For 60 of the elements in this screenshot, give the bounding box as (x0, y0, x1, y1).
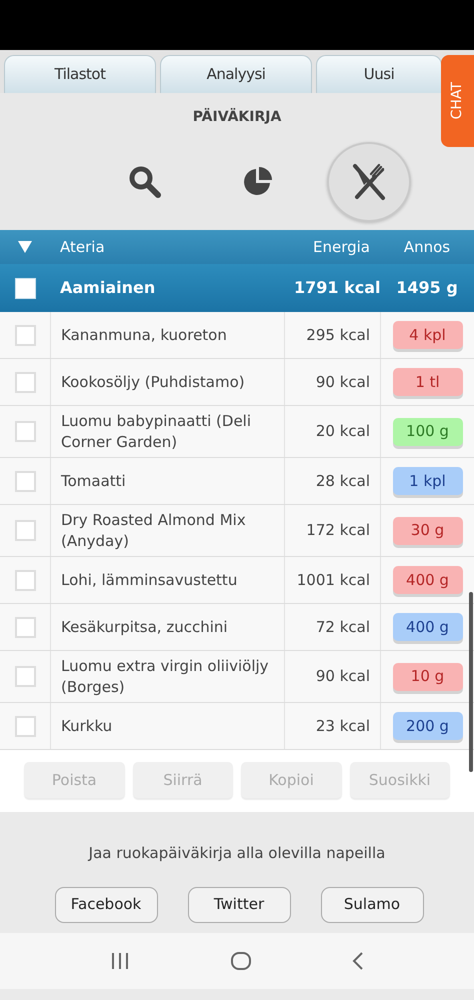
share-button[interactable]: Sulamo (320, 886, 424, 922)
food-name[interactable]: Luomu extra virgin oliiviöljy (Borges) (50, 651, 284, 702)
checkbox[interactable] (14, 278, 36, 298)
column-header[interactable]: Annos (380, 236, 474, 258)
checkbox[interactable] (14, 421, 36, 442)
column-header[interactable]: Ateria (50, 236, 284, 258)
food-name[interactable]: Tomaatti (50, 458, 284, 504)
food-name[interactable]: Kurkku (50, 703, 284, 749)
portion-button[interactable]: 400 g (392, 566, 462, 594)
tab[interactable]: Tilastot (4, 55, 156, 93)
energy-value: 23 kcal (284, 703, 380, 749)
food-name[interactable]: Lohi, lämminsavustettu (50, 557, 284, 603)
energy-value: 295 kcal (284, 312, 380, 358)
portion-button[interactable]: 1 kpl (392, 467, 462, 495)
checkbox[interactable] (14, 616, 36, 638)
energy-value: 90 kcal (284, 359, 380, 405)
food-name[interactable]: Kesäkurpitsa, zucchini (50, 604, 284, 650)
checkbox[interactable] (14, 666, 36, 687)
portion-button[interactable]: 1 tl (392, 368, 462, 396)
checkbox[interactable] (14, 324, 36, 346)
energy-value: 172 kcal (284, 505, 380, 556)
checkbox[interactable] (14, 470, 36, 492)
recent-apps-icon[interactable] (110, 952, 130, 970)
meal-energy: 1791 kcal (293, 277, 380, 299)
portion-button[interactable]: 200 g (392, 712, 462, 740)
chat-tab[interactable]: CHAT (441, 55, 474, 147)
collapse-icon[interactable] (18, 241, 32, 253)
food-name[interactable]: Kookosöljy (Puhdistamo) (50, 359, 284, 405)
energy-value: 72 kcal (284, 604, 380, 650)
pie-chart-icon (241, 166, 273, 198)
home-icon[interactable] (230, 950, 252, 970)
column-header[interactable]: Energia (284, 236, 380, 258)
share-button[interactable]: Twitter (188, 886, 290, 922)
energy-value: 20 kcal (284, 406, 380, 457)
meal-row[interactable]: Aamiainen 1791 kcal 1495 g (0, 264, 474, 312)
checkbox[interactable] (14, 716, 36, 736)
fork-knife-button[interactable] (327, 142, 411, 222)
search-icon (127, 164, 163, 200)
scrollbar[interactable] (469, 592, 473, 772)
food-name[interactable]: Dry Roasted Almond Mix (Anyday) (50, 505, 284, 556)
share-button[interactable]: Facebook (54, 886, 158, 922)
portion-button[interactable]: 400 g (392, 613, 462, 641)
meal-portion: 1495 g (395, 277, 459, 299)
portion-button[interactable]: 30 g (392, 516, 462, 544)
back-icon[interactable] (352, 950, 364, 970)
energy-value: 90 kcal (284, 651, 380, 702)
checkbox[interactable] (14, 520, 36, 541)
portion-button[interactable]: 100 g (392, 418, 462, 446)
portion-button[interactable]: 4 kpl (392, 321, 462, 349)
energy-value: 1001 kcal (284, 557, 380, 603)
checkbox[interactable] (14, 570, 36, 590)
food-name[interactable]: Luomu babypinaatti (Deli Corner Garden) (50, 406, 284, 457)
food-name[interactable]: Kananmuna, kuoreton (50, 312, 284, 358)
meal-name: Aamiainen (59, 277, 156, 299)
tab[interactable]: Analyysi (160, 55, 312, 93)
energy-value: 28 kcal (284, 458, 380, 504)
portion-button[interactable]: 10 g (392, 662, 462, 690)
tab[interactable]: Uusi (316, 55, 442, 93)
share-text: Jaa ruokapäiväkirja alla olevilla napeilla (86, 843, 386, 864)
checkbox[interactable] (14, 372, 36, 392)
